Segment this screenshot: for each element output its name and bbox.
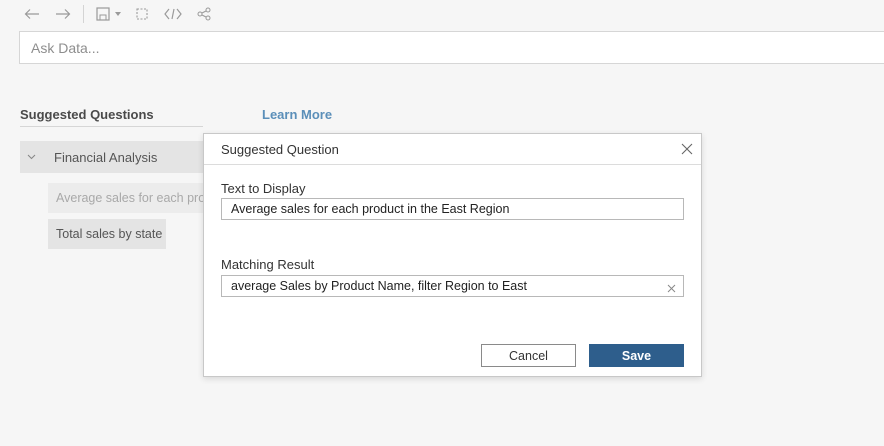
close-icon[interactable]: [679, 141, 695, 157]
clear-icon[interactable]: [666, 281, 677, 293]
embed-code-icon[interactable]: [163, 5, 183, 23]
back-icon[interactable]: [23, 5, 41, 23]
cancel-button[interactable]: Cancel: [481, 344, 576, 367]
suggested-question-dialog: Suggested Question Text to Display Match…: [203, 133, 702, 377]
learn-more-link[interactable]: Learn More: [262, 107, 332, 122]
save-icon[interactable]: [95, 5, 111, 23]
question-group-label: Financial Analysis: [54, 149, 158, 165]
text-to-display-label: Text to Display: [221, 181, 306, 196]
forward-icon[interactable]: [54, 5, 72, 23]
present-icon[interactable]: [134, 5, 150, 23]
heading-divider: [20, 126, 203, 127]
suggested-question-item[interactable]: Average sales for each prod: [48, 183, 203, 213]
dialog-title: Suggested Question: [221, 142, 339, 157]
save-dropdown-icon[interactable]: [114, 5, 122, 23]
chevron-down-icon: [27, 154, 40, 160]
toolbar-separator: [83, 5, 84, 23]
text-to-display-field[interactable]: [222, 199, 683, 219]
dialog-divider: [204, 164, 701, 165]
matching-result-field-box: [221, 275, 684, 297]
ask-data-page: Suggested Questions Learn More Financial…: [0, 0, 884, 446]
ask-data-box: [19, 31, 884, 64]
text-to-display-field-box: [221, 198, 684, 220]
share-icon[interactable]: [196, 5, 212, 23]
matching-result-field[interactable]: [222, 276, 683, 296]
question-group-financial-analysis[interactable]: Financial Analysis: [20, 141, 203, 173]
save-button[interactable]: Save: [589, 344, 684, 367]
ask-data-input[interactable]: [20, 32, 884, 63]
suggested-question-item[interactable]: Total sales by state: [48, 219, 166, 249]
suggested-questions-heading: Suggested Questions: [20, 107, 154, 122]
matching-result-label: Matching Result: [221, 257, 315, 272]
toolbar: [0, 0, 884, 28]
